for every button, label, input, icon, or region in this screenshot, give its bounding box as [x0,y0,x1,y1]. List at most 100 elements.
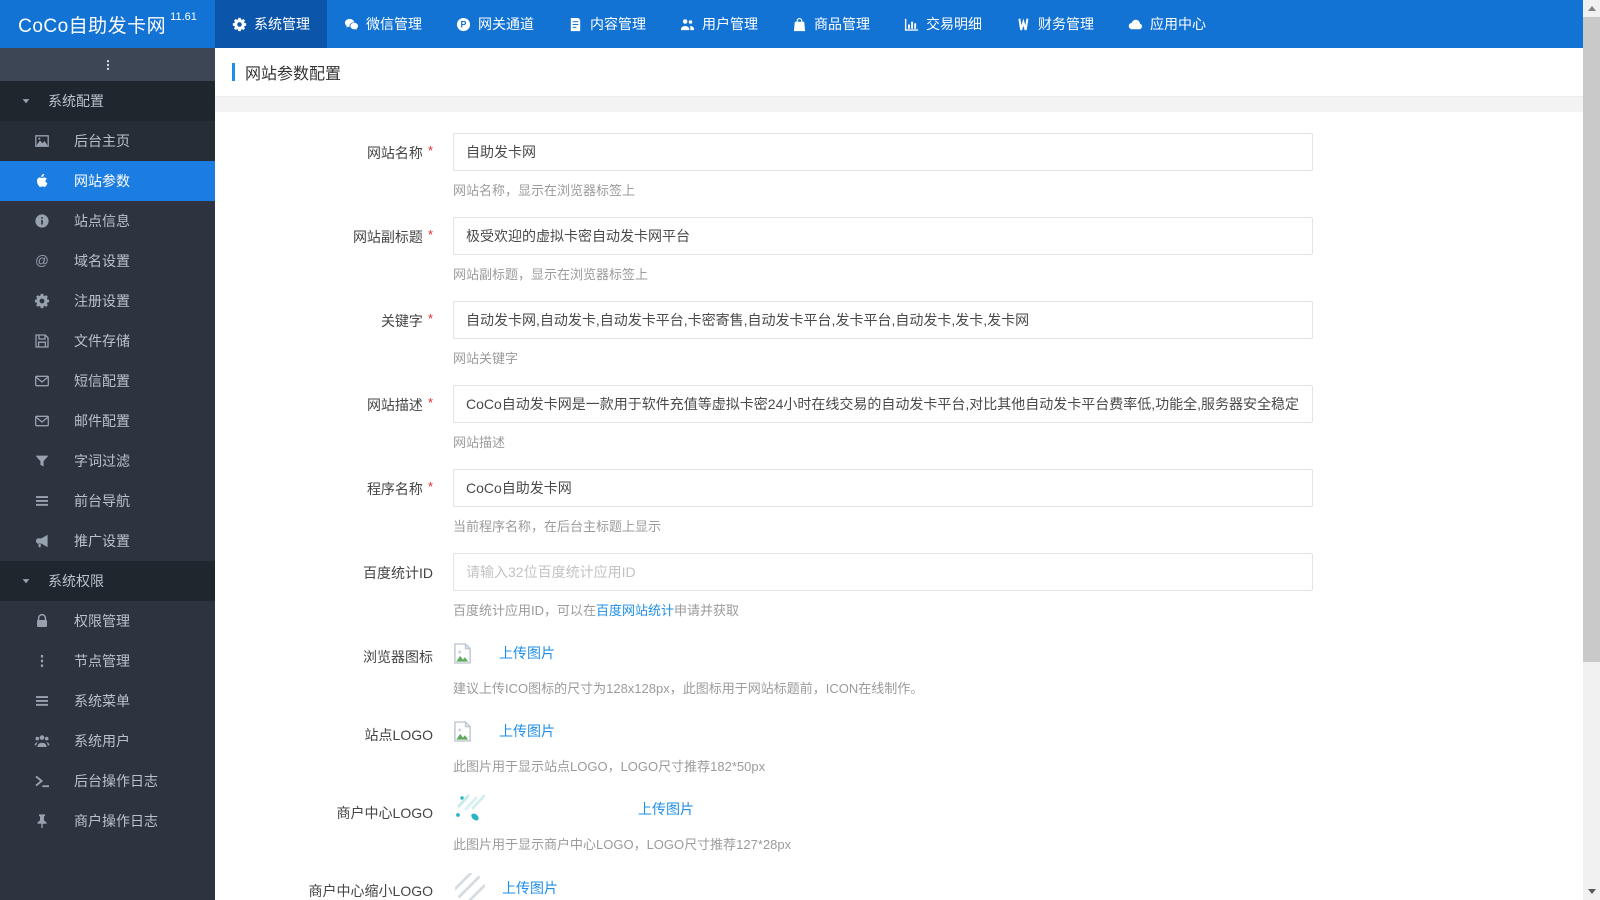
sidebar-item-sms-config[interactable]: 短信配置 [0,361,215,401]
field-label-keywords: 关键字* [215,301,433,367]
form-row-merchant-mini-logo: 商户中心缩小LOGO上传图片此图片用于显示商户中心菜单栏缩小后LOGO，LOGO… [215,871,1583,900]
form-row-merchant-logo: 商户中心LOGO上传图片此图片用于显示商户中心LOGO，LOGO尺寸推荐127*… [215,793,1583,853]
nav-item-goods[interactable]: 商品管理 [775,0,887,48]
sidebar-item-label: 短信配置 [74,371,130,391]
nav-item-label: 商品管理 [814,14,870,34]
sidebar-item-front-nav[interactable]: 前台导航 [0,481,215,521]
sidebar-item-label: 域名设置 [74,251,130,271]
field-label-site-name: 网站名称* [215,133,433,199]
nav-item-system[interactable]: 系统管理 [215,0,327,48]
scrollbar-thumb[interactable] [1583,17,1600,662]
sidebar-item-label: 前台导航 [74,491,130,511]
nav-item-wechat[interactable]: 微信管理 [327,0,439,48]
keywords-input[interactable] [453,301,1313,339]
main-content: 网站参数配置 网站名称*网站名称，显示在浏览器标签上网站副标题*网站副标题，显示… [215,48,1583,900]
site-subtitle-input[interactable] [453,217,1313,255]
sidebar-section-header-system-perms[interactable]: 系统权限 [0,561,215,601]
sidebar-item-perm-management[interactable]: 权限管理 [0,601,215,641]
chart-icon [904,17,919,32]
sidebar-item-system-menu[interactable]: 系统菜单 [0,681,215,721]
merchant-logo-image [453,793,611,825]
nav-item-gateway[interactable]: P网关通道 [439,0,551,48]
sidebar-item-label: 后台主页 [74,131,130,151]
scrollbar-down-button[interactable] [1583,883,1600,900]
field-help-site-subtitle: 网站副标题，显示在浏览器标签上 [453,264,1583,283]
field-help-site-logo: 此图片用于显示站点LOGO，LOGO尺寸推荐182*50px [453,756,1583,775]
site-description-input[interactable] [453,385,1313,423]
nav-item-label: 财务管理 [1038,14,1094,34]
sidebar-item-system-users[interactable]: 系统用户 [0,721,215,761]
nav-item-users[interactable]: 用户管理 [663,0,775,48]
merchant-mini-logo-upload-link[interactable]: 上传图片 [502,878,558,898]
brand-title: CoCo自助发卡网 [18,11,166,38]
sidebar-section-label: 系统配置 [48,91,104,111]
nav-item-transactions[interactable]: 交易明细 [887,0,999,48]
nav-item-label: 应用中心 [1150,14,1206,34]
broken-image-icon [453,721,472,742]
sidebar-item-file-storage[interactable]: 文件存储 [0,321,215,361]
info-icon [32,213,52,229]
nav-item-finance[interactable]: 财务管理 [999,0,1111,48]
field-control-baidu-stat-id: 百度统计应用ID，可以在百度网站统计申请并获取 [453,553,1583,619]
svg-text:@: @ [35,253,49,268]
sidebar-item-site-params[interactable]: 网站参数 [0,161,215,201]
browser-icon-upload-link[interactable]: 上传图片 [499,643,555,663]
sidebar-collapse-toggle[interactable] [0,48,215,81]
field-control-merchant-mini-logo: 上传图片此图片用于显示商户中心菜单栏缩小后LOGO，LOGO尺寸推荐64*64p… [453,871,1583,900]
nav-item-label: 内容管理 [590,14,646,34]
field-help-merchant-logo: 此图片用于显示商户中心LOGO，LOGO尺寸推荐127*28px [453,834,1583,853]
field-help-keywords: 网站关键字 [453,348,1583,367]
sidebar-item-node-management[interactable]: 节点管理 [0,641,215,681]
field-control-site-subtitle: 网站副标题，显示在浏览器标签上 [453,217,1583,283]
form-row-keywords: 关键字* 网站关键字 [215,301,1583,367]
sidebar-item-site-info[interactable]: 站点信息 [0,201,215,241]
top-nav: 系统管理 微信管理 P网关通道 内容管理用户管理 商品管理交易明细 财务管理 应用中心 [215,0,1223,48]
nav-item-app-center[interactable]: 应用中心 [1111,0,1223,48]
sidebar-item-label: 网站参数 [74,171,130,191]
form-row-baidu-stat-id: 百度统计ID百度统计应用ID，可以在百度网站统计申请并获取 [215,553,1583,619]
field-help-site-name: 网站名称，显示在浏览器标签上 [453,180,1583,199]
scrollbar-up-button[interactable] [1583,0,1600,17]
field-control-browser-icon: 上传图片建议上传ICO图标的尺寸为128x128px，此图标用于网站标题前，IC… [453,637,1583,697]
sidebar: 系统配置后台主页网站参数站点信息 @ 域名设置注册设置文件存储短信配置邮件配置字词过… [0,48,215,900]
dashboard-icon [32,133,52,149]
settings-panel: 网站名称*网站名称，显示在浏览器标签上网站副标题*网站副标题，显示在浏览器标签上… [215,112,1583,900]
group-icon [32,733,52,749]
sidebar-item-label: 系统菜单 [74,691,130,711]
field-control-site-description: 网站描述 [453,385,1583,451]
caret-down-icon [21,96,31,106]
document-icon [568,17,583,32]
browser-icon-upload-line: 上传图片 [453,637,1583,669]
baidu-stat-id-input[interactable] [453,553,1313,591]
merchant-logo-upload-link[interactable]: 上传图片 [638,799,694,819]
form-row-program-name: 程序名称*当前程序名称，在后台主标题上显示 [215,469,1583,535]
bag-icon [792,17,807,32]
sidebar-item-register-settings[interactable]: 注册设置 [0,281,215,321]
topbar: CoCo自助发卡网 11.61 系统管理 微信管理 P网关通道 内容管理用户管理 商品管… [0,0,1583,48]
form-row-site-logo: 站点LOGO上传图片此图片用于显示站点LOGO，LOGO尺寸推荐182*50px [215,715,1583,775]
sidebar-item-promotion-settings[interactable]: 推广设置 [0,521,215,561]
sidebar-item-email-config[interactable]: 邮件配置 [0,401,215,441]
field-control-program-name: 当前程序名称，在后台主标题上显示 [453,469,1583,535]
sidebar-item-backend-home[interactable]: 后台主页 [0,121,215,161]
site-logo-upload-link[interactable]: 上传图片 [499,721,555,741]
settings-form: 网站名称*网站名称，显示在浏览器标签上网站副标题*网站副标题，显示在浏览器标签上… [215,133,1583,900]
sidebar-item-label: 后台操作日志 [74,771,158,791]
sidebar-section-header-system-config[interactable]: 系统配置 [0,81,215,121]
nav-item-content[interactable]: 内容管理 [551,0,663,48]
sidebar-item-domain-settings[interactable]: @ 域名设置 [0,241,215,281]
required-asterisk: * [428,479,433,494]
site-name-input[interactable] [453,133,1313,171]
nav-item-label: 微信管理 [366,14,422,34]
pin-icon [32,813,52,829]
sidebar-item-admin-op-log[interactable]: 后台操作日志 [0,761,215,801]
program-name-input[interactable] [453,469,1313,507]
baidu-tongji-link[interactable]: 百度网站统计 [596,603,674,618]
sidebar-item-word-filter[interactable]: 字词过滤 [0,441,215,481]
menu-icon [32,693,52,709]
sidebar-item-merchant-op-log[interactable]: 商户操作日志 [0,801,215,841]
brand-logo[interactable]: CoCo自助发卡网 11.61 [0,0,215,48]
gear-icon [32,293,52,309]
filter-icon [32,453,52,469]
sidebar-section-system-config: 系统配置后台主页网站参数站点信息 @ 域名设置注册设置文件存储短信配置邮件配置字词过… [0,81,215,561]
